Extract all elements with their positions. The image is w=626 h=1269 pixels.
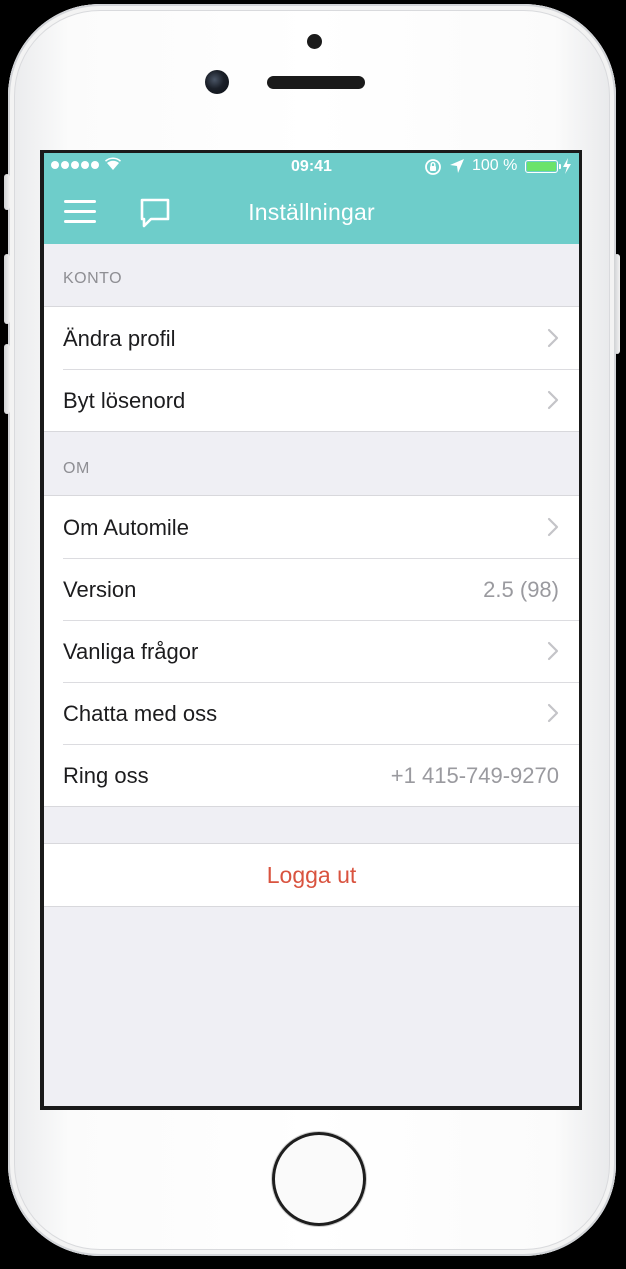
home-button[interactable]	[272, 1132, 366, 1226]
row-label: Byt lösenord	[63, 388, 186, 413]
logout-label: Logga ut	[266, 862, 357, 888]
chevron-right-icon	[547, 328, 559, 348]
volume-down-button	[4, 344, 10, 414]
volume-up-button	[4, 254, 10, 324]
proximity-sensor	[307, 34, 322, 49]
row-edit-profile[interactable]: Ändra profil	[44, 307, 579, 369]
row-chat-with-us[interactable]: Chatta med oss	[44, 682, 579, 744]
settings-screen: 09:41 100 % Inställningar KONTO Ändra pr…	[44, 153, 579, 1106]
row-label: Version	[63, 577, 137, 602]
screen: 09:41 100 % Inställningar KONTO Ändra pr…	[40, 150, 582, 1110]
chevron-right-icon	[547, 641, 559, 661]
row-version: Version 2.5 (98)	[44, 558, 579, 620]
row-about-automile[interactable]: Om Automile	[44, 496, 579, 558]
battery-percent: 100 %	[472, 157, 518, 174]
status-bar: 09:41 100 %	[44, 153, 579, 181]
top-bar: 09:41 100 % Inställningar	[44, 153, 579, 244]
navigation-bar: Inställningar	[44, 181, 579, 244]
logout-button[interactable]: Logga ut	[44, 843, 579, 907]
row-label: Ring oss	[63, 763, 149, 788]
section-header-account: KONTO	[63, 270, 123, 287]
about-group: Om Automile Version 2.5 (98) Vanliga frå…	[44, 495, 579, 807]
row-call-us[interactable]: Ring oss +1 415-749-9270	[44, 744, 579, 806]
power-button	[614, 254, 620, 354]
row-change-password[interactable]: Byt lösenord	[44, 369, 579, 431]
front-camera	[205, 70, 229, 94]
mute-switch	[4, 174, 10, 210]
row-faq[interactable]: Vanliga frågor	[44, 620, 579, 682]
chevron-right-icon	[547, 703, 559, 723]
rotation-lock-icon	[425, 159, 441, 175]
battery-icon	[525, 160, 561, 173]
page-title: Inställningar	[248, 199, 375, 225]
phone-number-value: +1 415-749-9270	[390, 763, 559, 788]
location-arrow-icon	[450, 159, 464, 173]
chevron-right-icon	[547, 390, 559, 410]
account-group: Ändra profil Byt lösenord	[44, 306, 579, 432]
row-label: Ändra profil	[63, 326, 176, 351]
chevron-right-icon	[547, 517, 559, 537]
section-header-about: OM	[63, 460, 90, 477]
earpiece-speaker	[267, 76, 365, 89]
row-label: Chatta med oss	[63, 701, 218, 726]
row-label: Om Automile	[63, 515, 189, 540]
version-value: 2.5 (98)	[483, 577, 559, 602]
charging-bolt-icon	[563, 158, 571, 174]
row-label: Vanliga frågor	[63, 639, 199, 664]
